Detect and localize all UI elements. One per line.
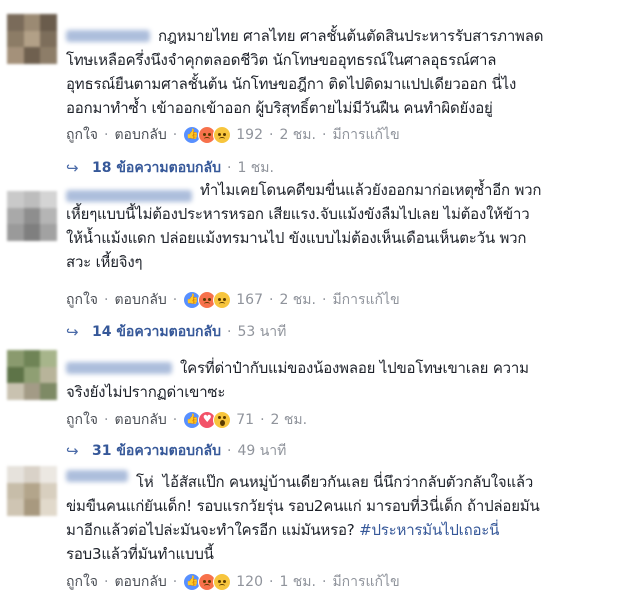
reply-arrow-icon: ↪: [66, 442, 79, 460]
reply-button[interactable]: ตอบกลับ: [114, 124, 166, 146]
hashtag-link[interactable]: #ประหารมันไปเถอะนี่: [359, 521, 499, 539]
reactions[interactable]: 👍: [183, 291, 232, 309]
like-button[interactable]: ถูกใจ: [66, 124, 98, 146]
like-button[interactable]: ถูกใจ: [66, 289, 98, 311]
avatar[interactable]: [7, 350, 57, 400]
replies-count[interactable]: 31 ข้อความตอบกลับ: [92, 440, 221, 462]
reaction-count[interactable]: 167: [236, 292, 263, 308]
timestamp[interactable]: 2 ชม.: [279, 124, 316, 146]
like-button[interactable]: ถูกใจ: [66, 409, 98, 431]
comment-text: ทำไมเคยโดนคดีขมขื่นแล้วยังออกมาก่อเหตุซ้…: [66, 181, 542, 271]
reaction-count[interactable]: 71: [236, 412, 254, 428]
reactions[interactable]: 👍 ♥: [183, 411, 232, 429]
comment-actions: ถูกใจ · ตอบกลับ · 👍 ♥ 71 · 2 ชม.: [66, 409, 307, 431]
edited-label[interactable]: มีการแก้ไข: [332, 289, 399, 311]
replies-link[interactable]: ↪ 31 ข้อความตอบกลับ · 49 นาที: [66, 440, 286, 462]
reply-button[interactable]: ตอบกลับ: [114, 289, 166, 311]
replies-link[interactable]: ↪ 18 ข้อความตอบกลับ · 1 ชม.: [66, 157, 274, 179]
wow-icon: [213, 411, 232, 429]
reply-arrow-icon: ↪: [66, 159, 79, 177]
edited-label[interactable]: มีการแก้ไข: [332, 571, 399, 593]
comment-actions: ถูกใจ · ตอบกลับ · 👍 192 · 2 ชม. · มีการแ…: [66, 124, 400, 146]
avatar[interactable]: [7, 466, 57, 516]
sad-icon: [213, 573, 232, 591]
timestamp[interactable]: 2 ชม.: [271, 409, 308, 431]
comment-actions: ถูกใจ · ตอบกลับ · 👍 167 · 2 ชม. · มีการแ…: [66, 289, 400, 311]
reply-arrow-icon: ↪: [66, 323, 79, 341]
replies-time: 53 นาที: [237, 324, 287, 340]
reactions[interactable]: 👍: [183, 126, 232, 144]
reactions[interactable]: 👍: [183, 573, 232, 591]
replies-count[interactable]: 18 ข้อความตอบกลับ: [92, 157, 221, 179]
timestamp[interactable]: 1 ชม.: [279, 571, 316, 593]
replies-link[interactable]: ↪ 14 ข้อความตอบกลับ · 53 นาที: [66, 321, 286, 343]
reply-button[interactable]: ตอบกลับ: [114, 571, 166, 593]
avatar[interactable]: [7, 14, 57, 64]
replies-count[interactable]: 14 ข้อความตอบกลับ: [92, 321, 221, 343]
like-button[interactable]: ถูกใจ: [66, 571, 98, 593]
reply-button[interactable]: ตอบกลับ: [114, 409, 166, 431]
comment-text: ใครที่ด่าป๋ากับแม่ของน้องพลอย ไปขอโทษเขา…: [66, 359, 529, 401]
avatar[interactable]: [7, 191, 57, 241]
comment-text: โห่ ไอ้สัสแป๊ก คนหมู่บ้านเดียวกันเลย นี่…: [66, 473, 540, 563]
replies-time: 49 นาที: [237, 443, 287, 459]
comment-actions: ถูกใจ · ตอบกลับ · 👍 120 · 1 ชม. · มีการแ…: [66, 571, 400, 593]
reaction-count[interactable]: 120: [236, 574, 263, 590]
reaction-count[interactable]: 192: [236, 127, 263, 143]
timestamp[interactable]: 2 ชม.: [279, 289, 316, 311]
edited-label[interactable]: มีการแก้ไข: [332, 124, 399, 146]
sad-icon: [213, 291, 232, 309]
comment-text: กฎหมายไทย ศาลไทย ศาลชั้นต้นตัดสินประหารร…: [66, 27, 544, 117]
sad-icon: [213, 126, 232, 144]
replies-time: 1 ชม.: [237, 160, 274, 176]
